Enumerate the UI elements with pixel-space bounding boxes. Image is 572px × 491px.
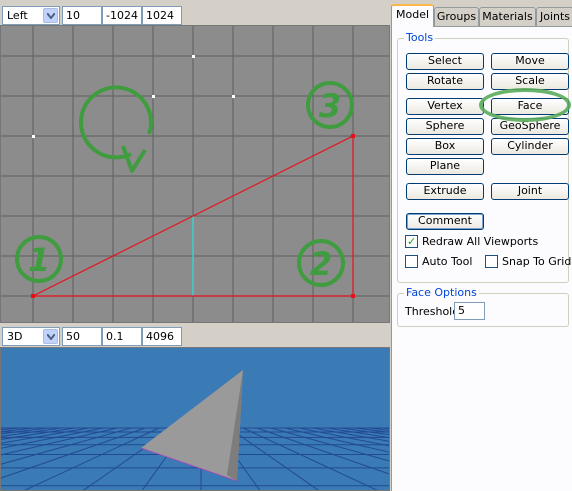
arrowhead-icon — [121, 145, 147, 173]
viewport-3d-canvas[interactable] — [1, 348, 390, 491]
scale-button[interactable]: Scale — [491, 73, 569, 90]
geosphere-button[interactable]: GeoSphere — [491, 118, 569, 135]
max-field[interactable]: 1024 — [142, 6, 182, 25]
vertex-marker — [152, 95, 155, 98]
annotation-number-1: 1 — [28, 241, 50, 279]
threshold-label: Threshold — [405, 305, 460, 318]
triangle-vertex — [351, 134, 355, 138]
box-button[interactable]: Box — [406, 138, 484, 155]
snap-to-grid-label: Snap To Grid — [502, 255, 572, 268]
far-field[interactable]: 4096 — [142, 327, 182, 346]
comment-button[interactable]: Comment — [406, 213, 484, 230]
vertex-button[interactable]: Vertex — [406, 98, 484, 115]
tab-body-model: Tools Select Move Rotate Scale Vertex Fa… — [391, 26, 572, 491]
annotation-number-2: 2 — [310, 245, 332, 283]
move-button[interactable]: Move — [491, 53, 569, 70]
view-select-value: Left — [7, 9, 28, 22]
vertex-marker — [232, 95, 235, 98]
view-select-3d[interactable]: 3D — [2, 327, 60, 346]
top-viewport-toolbar: Left 10 -1024 1024 — [0, 4, 390, 26]
redraw-all-checkbox[interactable]: ✓ — [405, 235, 418, 248]
fov-field[interactable]: 50 — [62, 327, 102, 346]
select-button[interactable]: Select — [406, 53, 484, 70]
near-field[interactable]: 0.1 — [102, 327, 142, 346]
rotate-button[interactable]: Rotate — [406, 73, 484, 90]
triangle-vertex — [351, 294, 355, 298]
bottom-viewport-toolbar: 3D 50 0.1 4096 — [0, 325, 390, 347]
face-options-title: Face Options — [404, 286, 479, 299]
tab-model[interactable]: Model — [391, 4, 434, 27]
extrude-button[interactable]: Extrude — [406, 183, 484, 200]
viewport-left-2d[interactable]: 1 2 3 — [0, 25, 390, 323]
checkmark-icon: ✓ — [407, 235, 417, 248]
redraw-all-label: Redraw All Viewports — [422, 235, 539, 248]
view-select-3d-value: 3D — [7, 330, 23, 343]
redraw-all-checkbox-row[interactable]: ✓ Redraw All Viewports — [405, 235, 538, 251]
tab-materials[interactable]: Materials — [479, 7, 536, 26]
triangle-vertex — [31, 294, 35, 298]
auto-tool-checkbox-row[interactable]: Auto Tool — [405, 255, 472, 271]
joint-button[interactable]: Joint — [491, 183, 569, 200]
snap-to-grid-checkbox-row[interactable]: Snap To Grid — [485, 255, 571, 271]
triangle-3d-face — [141, 370, 243, 481]
viewport-left-canvas[interactable]: 1 2 3 — [1, 26, 390, 323]
auto-tool-label: Auto Tool — [422, 255, 473, 268]
tab-joints[interactable]: Joints — [536, 7, 572, 26]
threshold-input[interactable]: 5 — [454, 302, 485, 320]
annotation-number-3: 3 — [319, 87, 341, 125]
plane-button[interactable]: Plane — [406, 158, 484, 175]
model-panel: Model Groups Materials Joints Tools Sele… — [391, 4, 572, 491]
tools-group-title: Tools — [404, 31, 436, 44]
view-select[interactable]: Left — [2, 6, 60, 25]
snap-to-grid-checkbox[interactable] — [485, 255, 498, 268]
viewport-3d[interactable] — [0, 347, 390, 491]
vertex-marker — [32, 135, 35, 138]
chevron-down-icon[interactable] — [43, 8, 58, 23]
counterclockwise-arrow-icon — [79, 85, 153, 160]
auto-tool-checkbox[interactable] — [405, 255, 418, 268]
vertex-marker — [192, 55, 195, 58]
cylinder-button[interactable]: Cylinder — [491, 138, 569, 155]
min-field[interactable]: -1024 — [102, 6, 142, 25]
tab-strip: Model Groups Materials Joints — [391, 4, 572, 27]
sphere-button[interactable]: Sphere — [406, 118, 484, 135]
face-button[interactable]: Face — [491, 98, 569, 115]
tab-groups[interactable]: Groups — [434, 7, 479, 26]
grid-size-field[interactable]: 10 — [62, 6, 102, 25]
chevron-down-icon[interactable] — [43, 329, 58, 344]
